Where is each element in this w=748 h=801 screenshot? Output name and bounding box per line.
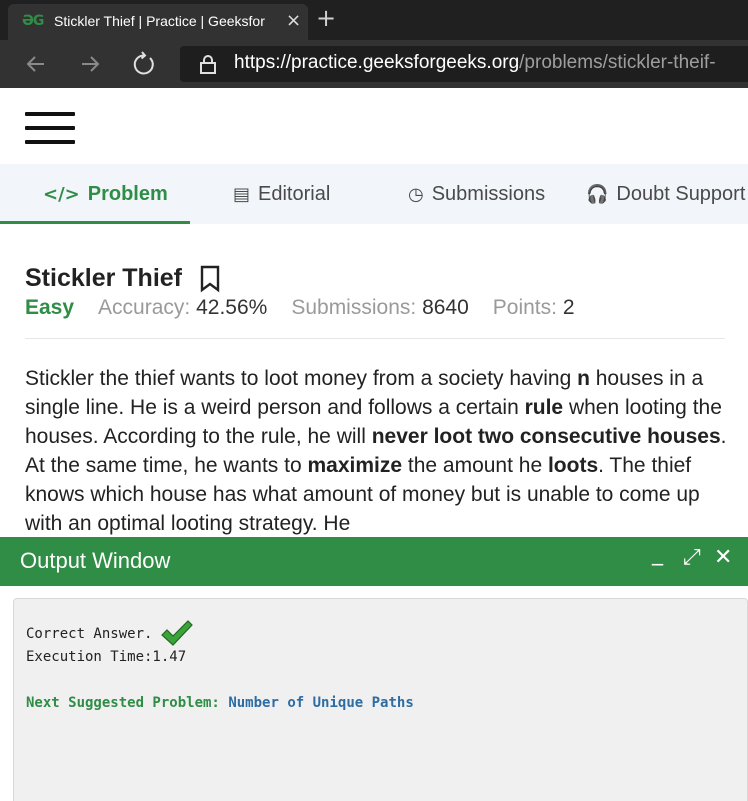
code-icon: </> [43,183,80,205]
forward-arrow-icon[interactable] [74,48,106,80]
problem-tabs: </> Problem ▤ Editorial ◷ Submissions 🎧 … [0,164,748,224]
description-emphasis: maximize [307,454,403,477]
accuracy-label: Accuracy: [98,296,191,319]
description-text: Stickler the thief wants to loot money f… [25,367,578,390]
tab-submissions-label: Submissions [431,182,546,205]
active-tab-indicator [0,221,190,224]
description-emphasis: n [577,367,590,390]
submissions-value: 8640 [422,296,469,319]
tab-doubt-support[interactable]: 🎧 Doubt Support [586,164,745,224]
output-window-body: Correct Answer. Execution Time:1.47 Next… [0,586,748,801]
site-header [0,88,748,164]
browser-tab-bar: ƏG Stickler Thief | Practice | Geeksfor … [0,0,748,40]
minimize-icon[interactable]: _ [652,541,663,566]
gfg-favicon-icon: ƏG [22,13,44,29]
tab-editorial[interactable]: ▤ Editorial [233,164,330,224]
close-icon[interactable]: ✕ [714,545,732,570]
hamburger-menu-icon[interactable] [25,112,75,144]
result-line: Correct Answer. [26,619,194,649]
tab-editorial-label: Editorial [258,182,331,205]
problem-description: Stickler the thief wants to loot money f… [25,364,735,538]
reload-icon[interactable] [128,48,160,80]
clock-icon: ◷ [408,183,424,205]
expand-icon[interactable]: ⤢ [683,545,701,570]
difficulty-badge: Easy [25,296,75,319]
output-panel: Correct Answer. Execution Time:1.47 Next… [13,598,748,801]
next-problem-label: Next Suggested Problem: [26,695,220,711]
tab-problem[interactable]: </> Problem [43,164,168,224]
lock-icon [200,55,216,74]
problem-title-row: Stickler Thief [25,264,222,293]
headset-icon: 🎧 [586,183,609,205]
accuracy-value: 42.56% [196,296,268,319]
divider [25,338,725,339]
checkmark-icon [161,620,194,646]
tab-close-icon[interactable]: × [286,10,301,31]
bookmark-icon[interactable] [198,265,222,293]
problem-title: Stickler Thief [25,264,182,292]
description-text: the amount he [402,454,548,477]
tab-problem-label: Problem [87,182,168,205]
address-bar[interactable]: https://practice.geeksforgeeks.org/probl… [180,46,748,82]
new-tab-icon[interactable]: + [316,4,336,32]
output-window-title: Output Window [20,548,171,573]
tab-title: Stickler Thief | Practice | Geeksfor [54,13,265,29]
description-emphasis: never loot two consecutive houses [371,425,721,448]
back-arrow-icon[interactable] [20,48,52,80]
url-path: /problems/stickler-theif- [519,52,716,73]
correct-answer-text: Correct Answer. [26,626,153,642]
execution-time: Execution Time:1.47 [26,649,187,665]
output-window-header: Output Window _ ⤢ ✕ [0,537,748,586]
next-problem-line: Next Suggested Problem: Number of Unique… [26,695,414,711]
url-host: https://practice.geeksforgeeks.org [234,52,520,73]
description-emphasis: rule [524,396,564,419]
editorial-icon: ▤ [233,183,251,205]
problem-meta: Easy Accuracy: 42.56% Submissions: 8640 … [25,296,599,320]
submissions-label: Submissions: [291,296,417,319]
tab-doubt-support-label: Doubt Support [616,182,746,205]
browser-toolbar: https://practice.geeksforgeeks.org/probl… [0,40,748,88]
browser-tab[interactable]: ƏG Stickler Thief | Practice | Geeksfor … [8,4,308,40]
points-value: 2 [562,296,575,319]
url-text: https://practice.geeksforgeeks.org/probl… [234,52,716,74]
points-label: Points: [492,296,557,319]
description-emphasis: loots [547,454,599,477]
next-problem-link[interactable]: Number of Unique Paths [228,695,413,711]
tab-submissions[interactable]: ◷ Submissions [408,164,545,224]
